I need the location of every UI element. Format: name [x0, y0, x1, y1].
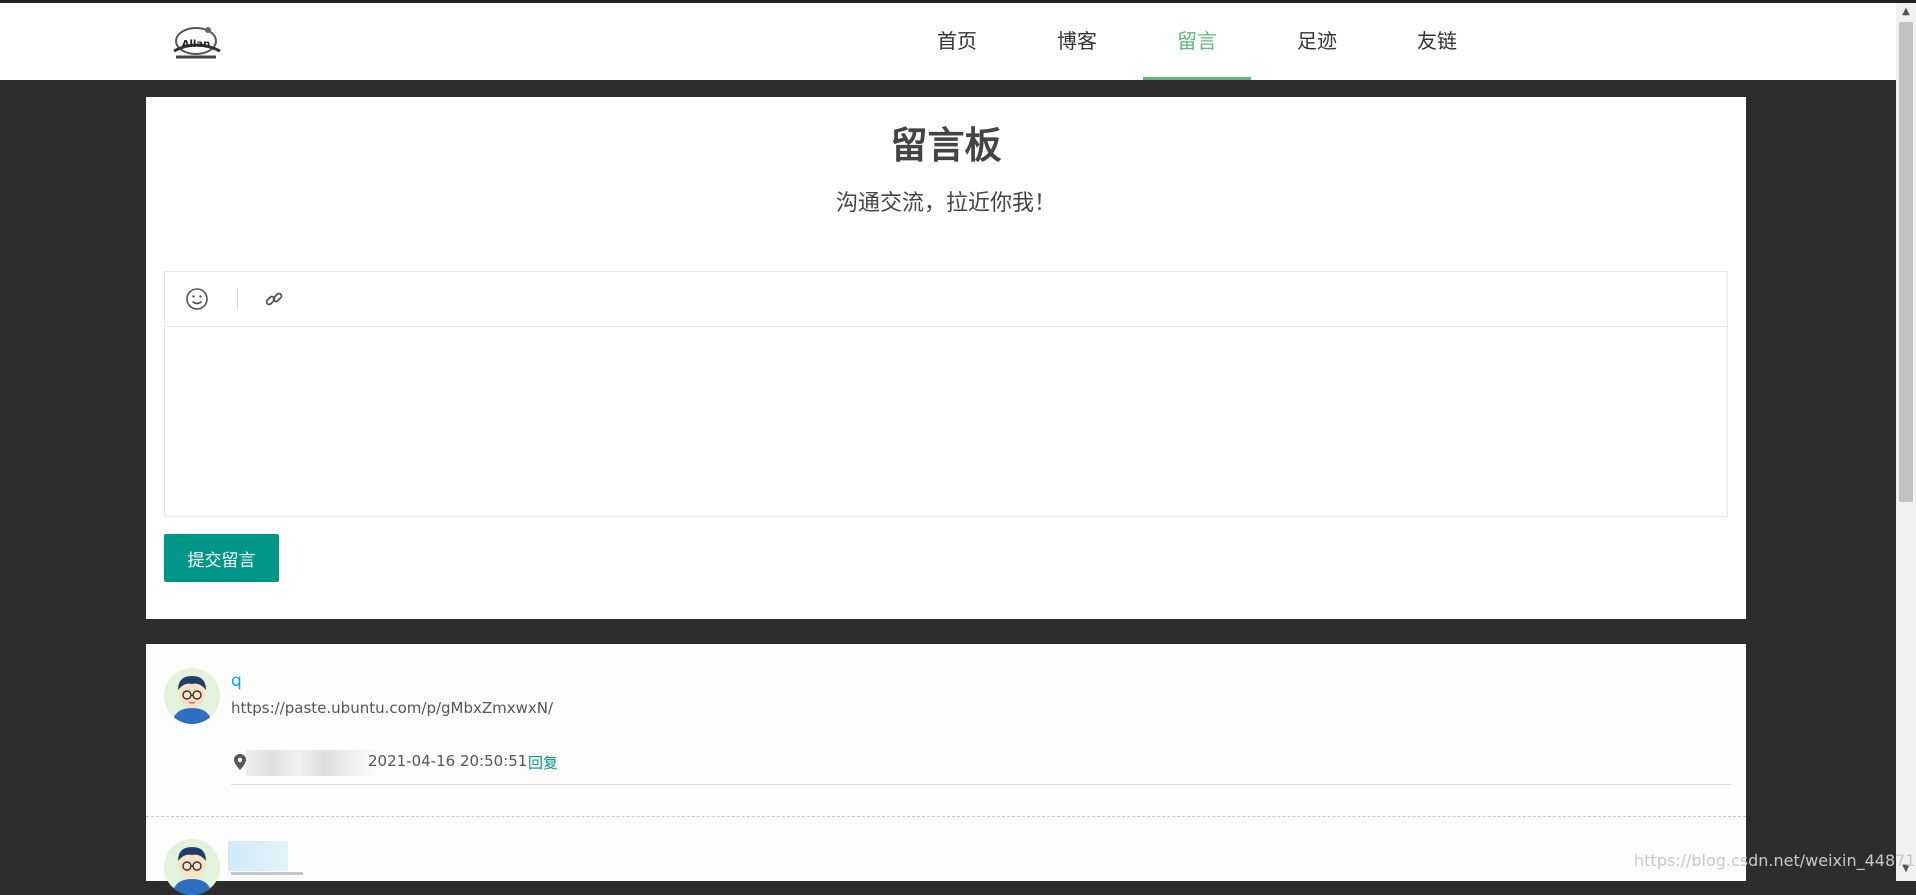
comments-card: q https://paste.ubuntu.com/p/gMbxZmxwxN/…	[146, 644, 1746, 895]
comment-author-link[interactable]: q	[231, 671, 242, 691]
blurred-author-name	[228, 841, 288, 871]
nav-item-home[interactable]: 首页	[921, 3, 993, 80]
avatar[interactable]	[164, 668, 220, 724]
blurred-location	[246, 750, 376, 776]
toolbar-separator	[237, 288, 238, 310]
reply-link[interactable]: 回复	[528, 752, 558, 773]
section-divider	[146, 816, 1746, 818]
nav-item-label: 首页	[937, 29, 977, 53]
location-pin-icon	[234, 754, 246, 770]
nav-item-friend-links[interactable]: 友链	[1401, 3, 1473, 80]
blurred-comment-line	[231, 872, 303, 875]
message-textarea[interactable]	[165, 327, 1727, 516]
nav-item-label: 足迹	[1297, 29, 1337, 53]
comment-time: 2021-04-16 20:50:51	[368, 752, 528, 770]
editor-toolbar	[165, 272, 1727, 327]
nav-item-footprint[interactable]: 足迹	[1281, 3, 1353, 80]
site-logo[interactable]: Allan	[168, 21, 224, 65]
message-editor	[164, 271, 1728, 517]
message-board-card: 留言板 沟通交流，拉近你我！ 提交留言	[146, 97, 1746, 619]
page-subtitle: 沟通交流，拉近你我！	[835, 191, 1056, 216]
link-icon[interactable]	[260, 285, 288, 313]
avatar[interactable]	[164, 839, 220, 895]
nav-item-guestbook[interactable]: 留言	[1143, 3, 1251, 80]
submit-message-button[interactable]: 提交留言	[164, 534, 279, 582]
active-tab-underline	[1143, 77, 1251, 80]
page-title: 留言板	[890, 124, 1002, 167]
nav-item-label: 留言	[1177, 29, 1217, 53]
nav-item-blog[interactable]: 博客	[1041, 3, 1113, 80]
comment-content: https://paste.ubuntu.com/p/gMbxZmxwxN/	[231, 699, 554, 717]
smile-icon[interactable]	[183, 285, 211, 313]
watermark-text: https://blog.csdn.net/weixin_4487164	[1634, 851, 1916, 870]
nav-item-label: 友链	[1417, 29, 1457, 53]
scrollbar-thumb[interactable]	[1899, 22, 1913, 502]
top-navbar: Allan 首页 博客 留言 足迹 友链	[0, 3, 1896, 80]
comment-divider	[231, 784, 1731, 785]
scroll-up-arrow-icon[interactable]: ▲	[1899, 5, 1913, 19]
svg-text:Allan: Allan	[182, 39, 210, 50]
nav-item-label: 博客	[1057, 29, 1097, 53]
